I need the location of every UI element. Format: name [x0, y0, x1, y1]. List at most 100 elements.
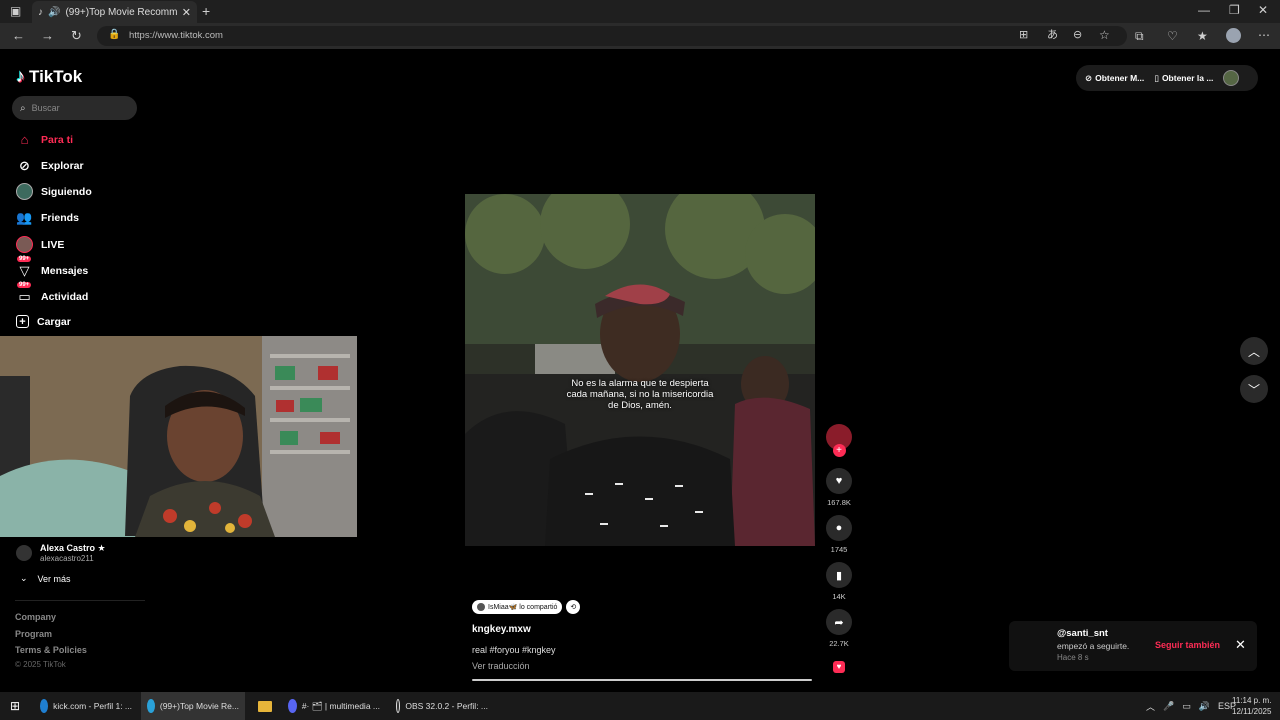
search-input[interactable]: ⌕ Buscar: [12, 96, 137, 120]
tray-overflow-icon[interactable]: ︿: [1146, 700, 1155, 713]
activity-icon: ▭ 99+: [17, 282, 32, 304]
video-subtitle: No es la alarma que te despierta cada ma…: [566, 378, 714, 411]
address-bar[interactable]: 🔒 https://www.tiktok.com ⊞ あ ⊖ ☆: [97, 26, 1127, 46]
save-button[interactable]: ▮ 14K: [826, 562, 852, 601]
taskbar-item-tiktok[interactable]: (99+)Top Movie Re...: [141, 692, 245, 720]
notification-user[interactable]: @santi_snt: [1057, 628, 1108, 639]
browser-tab-active[interactable]: ♪ 🔊 (99+)Top Movie Recomme... ✕: [32, 1, 197, 23]
sidebar-item-explorar[interactable]: ⊘ Explorar: [16, 157, 84, 174]
get-coins-label: Obtener M...: [1095, 72, 1145, 83]
network-icon[interactable]: ▭: [1182, 701, 1191, 712]
sidebar-item-para-ti[interactable]: ⌂ Para ti: [16, 131, 74, 148]
next-video-button[interactable]: ﹀: [1240, 375, 1268, 403]
messages-badge: 99+: [17, 256, 32, 262]
forward-icon[interactable]: →: [41, 29, 54, 42]
translate-link[interactable]: Ver traducción: [472, 661, 817, 671]
tiktok-logo[interactable]: ♪ TikTok: [16, 66, 82, 87]
previous-video-button[interactable]: ︿: [1240, 337, 1268, 365]
comment-button[interactable]: ● 1745: [826, 515, 852, 554]
video-author[interactable]: kngkey.mxw: [472, 624, 817, 635]
footer-link-terms[interactable]: Terms & Policies: [15, 645, 87, 655]
tab-title: (99+)Top Movie Recomme...: [65, 6, 177, 18]
close-tab-icon[interactable]: ✕: [182, 6, 197, 19]
shared-by-chip[interactable]: IsMiaa🦋 lo compartió: [472, 600, 563, 614]
footer-link-company[interactable]: Company: [15, 612, 56, 622]
sidebar-item-mensajes[interactable]: ▽ 99+ Mensajes: [16, 256, 88, 279]
search-icon: ⌕: [20, 102, 26, 114]
sidebar-item-siguiendo[interactable]: Siguiendo: [16, 183, 92, 200]
taskbar-item-label: (99+)Top Movie Re...: [159, 701, 239, 711]
translate-icon[interactable]: あ: [1047, 30, 1058, 41]
app-available-icon[interactable]: ⊞: [1019, 30, 1028, 41]
taskbar-item-kick[interactable]: kick.com - Perfil 1: ...: [34, 692, 138, 720]
browser-essentials-icon[interactable]: ♡: [1167, 30, 1178, 42]
taskbar-item-explorer[interactable]: [252, 692, 278, 720]
like-count: 167.8K: [827, 498, 851, 507]
chevron-down-icon: ﹀: [1247, 382, 1260, 397]
video-player[interactable]: No es la alarma que te despierta cada ma…: [465, 194, 815, 546]
favorites-icon[interactable]: ★: [1197, 30, 1208, 42]
following-account[interactable]: Alexa Castro ★ alexacastro211: [16, 543, 106, 563]
author-avatar-button[interactable]: +: [826, 424, 852, 457]
sidebar-item-actividad[interactable]: ▭ 99+ Actividad: [16, 282, 88, 305]
close-window-icon[interactable]: ✕: [1258, 4, 1268, 16]
back-icon[interactable]: ←: [12, 29, 25, 42]
chevron-up-icon: ︿: [1247, 344, 1260, 359]
copyright: © 2025 TikTok: [15, 660, 66, 669]
repost-icon[interactable]: ⟲: [566, 600, 581, 614]
get-coins-link[interactable]: ⊘ Obtener M...: [1085, 73, 1144, 84]
windows-icon: ⊞: [10, 699, 21, 713]
friends-icon: 👥: [16, 209, 33, 225]
video-frame: [465, 194, 815, 546]
share-button[interactable]: ➦ 22.7K: [826, 609, 852, 648]
discord-icon: [288, 699, 297, 713]
window-menu-icon[interactable]: ▣: [10, 5, 21, 17]
reload-icon[interactable]: ↻: [71, 29, 82, 42]
get-app-link[interactable]: ▯ Obtener la ...: [1154, 73, 1213, 84]
account-handle: alexacastro211: [40, 554, 94, 563]
see-more-button[interactable]: ⌄ Ver más: [20, 573, 71, 584]
zoom-icon[interactable]: ⊖: [1073, 30, 1082, 41]
user-avatar[interactable]: [1223, 70, 1240, 86]
video-description: real #foryou #kngkey: [472, 645, 556, 655]
profile-avatar[interactable]: [1226, 28, 1241, 43]
chevron-down-icon: ⌄: [20, 573, 28, 583]
volume-icon[interactable]: 🔊: [1199, 701, 1210, 712]
maximize-icon[interactable]: ❐: [1229, 4, 1240, 16]
following-avatar-icon: [16, 183, 33, 200]
edge-icon: [147, 699, 155, 713]
start-button[interactable]: ⊞: [4, 692, 26, 720]
share-count: 22.7K: [829, 639, 849, 648]
follow-plus-icon[interactable]: +: [832, 444, 846, 457]
sidebar-item-live[interactable]: LIVE: [16, 236, 64, 253]
sidebar-item-cargar[interactable]: + Cargar: [16, 315, 71, 328]
microphone-icon[interactable]: 🎤: [1163, 701, 1174, 712]
taskbar-item-label: #· 🗂 | multimedia ...: [301, 700, 380, 711]
taskbar-item-obs[interactable]: OBS 32.0.2 - Perfil: ...: [390, 692, 494, 720]
footer-link-program[interactable]: Program: [15, 629, 52, 639]
account-avatar: [16, 545, 32, 561]
follow-back-button[interactable]: Seguir también: [1155, 640, 1220, 650]
notification-message: empezó a seguirte.: [1057, 641, 1130, 651]
sidebar-item-label: Explorar: [41, 159, 84, 172]
sidebar-item-friends[interactable]: 👥 Friends: [16, 209, 79, 226]
like-button[interactable]: ♥ 167.8K: [826, 468, 852, 507]
extensions-icon[interactable]: ⧉: [1135, 30, 1144, 42]
browser-menu-icon[interactable]: ⋯: [1258, 29, 1270, 41]
clock[interactable]: 11:14 p. m. 12/11/2025: [1232, 695, 1271, 717]
system-tray[interactable]: ︿ 🎤 ▭ 🔊 ESP: [1140, 692, 1242, 720]
taskbar-item-label: OBS 32.0.2 - Perfil: ...: [405, 701, 488, 711]
new-tab-icon[interactable]: +: [202, 4, 210, 18]
audio-icon[interactable]: 🔊: [48, 7, 60, 18]
edge-icon: [40, 699, 49, 713]
video-progress-bar[interactable]: [472, 679, 812, 681]
sound-disc-icon[interactable]: ♥: [833, 661, 845, 673]
sidebar-divider: [15, 600, 145, 601]
favorite-star-icon[interactable]: ☆: [1099, 29, 1110, 41]
taskbar-item-multimedia[interactable]: #· 🗂 | multimedia ...: [282, 692, 386, 720]
close-notification-icon[interactable]: ✕: [1235, 637, 1246, 653]
minimize-icon[interactable]: —: [1198, 4, 1210, 16]
live-avatar-icon: [16, 236, 33, 253]
sidebar-item-label: LIVE: [41, 238, 65, 251]
lock-icon[interactable]: 🔒: [108, 30, 120, 40]
